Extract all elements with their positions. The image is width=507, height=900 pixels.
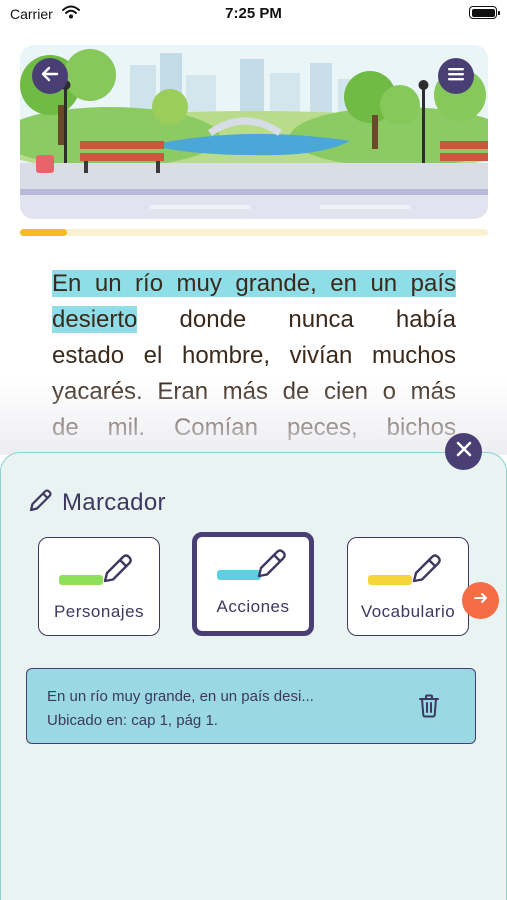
story-text-line[interactable]: estado el hombre, vivían muchos [52,338,456,374]
arrow-left-icon [40,64,60,89]
panel-shadow [0,380,507,455]
category-card-personajes[interactable]: Personajes [38,537,160,636]
next-categories-button[interactable] [462,582,499,619]
story-text-segment: estado el hombre, vivían muchos [52,342,456,369]
category-color-swatch [59,575,103,585]
marker-panel-title: Marcador [62,489,166,516]
story-text-segment: donde nunca había [137,306,456,333]
saved-marker-item[interactable]: En un río muy grande, en un país desi...… [26,668,476,744]
pencil-icon [408,551,444,592]
status-bar: Carrier 7:25 PM [0,0,507,28]
pencil-icon [253,546,289,587]
saved-marker-excerpt: En un río muy grande, en un país desi... [47,688,314,705]
marker-panel-header: Marcador [26,487,166,519]
close-panel-button[interactable] [445,433,482,470]
category-card-vocabulario[interactable]: Vocabulario [347,537,469,636]
menu-button[interactable] [438,58,474,94]
story-illustration [20,45,488,219]
story-text-line[interactable]: desierto donde nunca había [52,302,456,338]
battery-icon [469,6,500,19]
saved-marker-location: Ubicado en: cap 1, pág 1. [47,712,218,729]
hamburger-menu-icon [447,66,465,87]
category-label: Acciones [216,597,290,616]
reading-progress-bar [20,229,488,236]
trash-icon[interactable] [417,693,441,719]
reading-progress-fill [20,229,67,236]
pencil-icon [99,551,135,592]
highlighted-text[interactable]: desierto [52,306,138,333]
category-card-acciones[interactable]: Acciones [192,532,314,636]
saved-marker-text: En un río muy grande, en un país desi...… [47,685,314,733]
arrow-right-icon [473,590,489,611]
pencil-icon [26,487,54,520]
close-icon [455,440,473,463]
back-button[interactable] [32,58,68,94]
category-color-swatch [368,575,412,585]
category-label: Personajes [53,602,145,621]
category-label: Vocabulario [360,602,456,621]
highlighted-text[interactable]: En un río muy grande, en un país [52,270,456,297]
status-time: 7:25 PM [225,5,282,22]
story-text-line[interactable]: En un río muy grande, en un país [52,266,456,302]
